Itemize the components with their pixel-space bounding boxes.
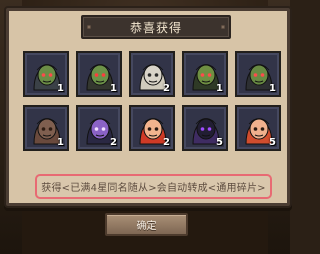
reward-count: 1 <box>269 83 276 94</box>
reward-count: 1 <box>57 83 64 94</box>
reward-count: 2 <box>163 83 170 94</box>
reward-count: 2 <box>110 137 117 148</box>
reward-grid: 1 1 2 1 1 1 2 2 5 5 <box>23 51 285 151</box>
conversion-notice: 获得<已满4星同名随从>会自动转成<通用碎片> <box>35 174 272 199</box>
rivet-left <box>87 25 91 29</box>
popup-title: 恭喜获得 <box>129 20 182 35</box>
reward-count: 5 <box>216 137 223 148</box>
reward-count: 1 <box>110 83 117 94</box>
reward-slot[interactable]: 1 <box>23 105 69 151</box>
reward-count: 1 <box>216 83 223 94</box>
reward-count: 2 <box>163 137 170 148</box>
confirm-button-label: 确定 <box>136 221 157 232</box>
reward-slot[interactable]: 1 <box>23 51 69 97</box>
reward-popup-scene: 恭喜获得 1 1 2 1 1 1 2 2 5 5 获得<已满4星同名随从>会自动… <box>0 0 290 254</box>
reward-count: 1 <box>57 137 64 148</box>
reward-slot[interactable]: 2 <box>76 105 122 151</box>
reward-slot[interactable]: 1 <box>76 51 122 97</box>
reward-count: 5 <box>269 137 276 148</box>
reward-slot[interactable]: 5 <box>182 105 228 151</box>
reward-slot[interactable]: 2 <box>129 105 175 151</box>
confirm-button[interactable]: 确定 <box>105 213 188 236</box>
reward-panel: 恭喜获得 1 1 2 1 1 1 2 2 5 5 获得<已满4星同名随从>会自动… <box>6 8 290 206</box>
reward-slot[interactable]: 1 <box>182 51 228 97</box>
conversion-notice-text: 获得<已满4星同名随从>会自动转成<通用碎片> <box>41 183 266 194</box>
rivet-right <box>221 25 225 29</box>
reward-slot[interactable]: 2 <box>129 51 175 97</box>
reward-slot[interactable]: 1 <box>235 51 281 97</box>
title-bar: 恭喜获得 <box>81 15 231 39</box>
reward-slot[interactable]: 5 <box>235 105 281 151</box>
